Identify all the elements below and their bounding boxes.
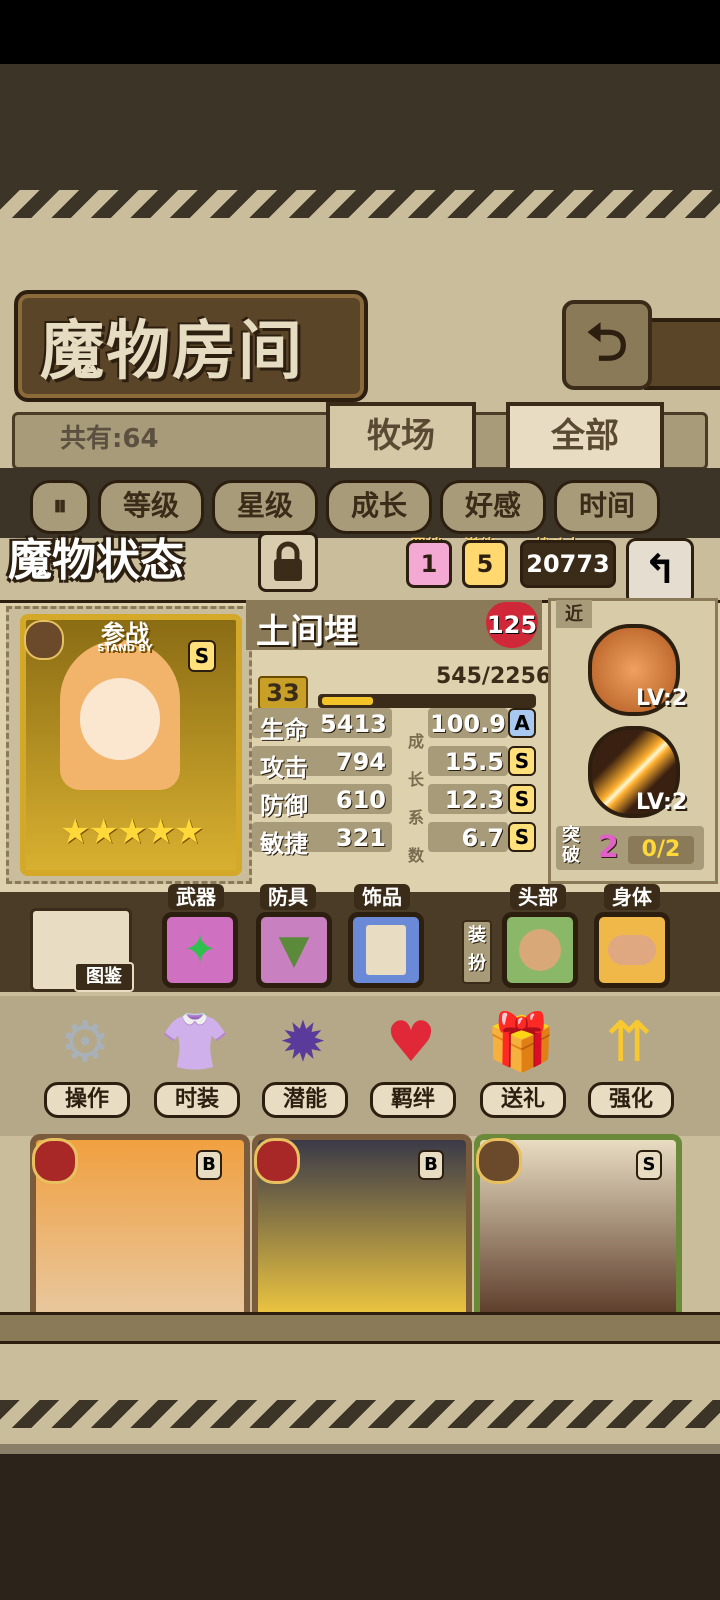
growth-value: 12.3 — [444, 786, 504, 814]
fire-element-icon — [32, 1138, 78, 1184]
card-icon — [366, 925, 406, 975]
exp-text: 545/2256 — [436, 664, 552, 689]
zigzag-edge-top — [0, 190, 720, 218]
outfit-icon: 👚 — [160, 1010, 230, 1075]
stat-value: 794 — [335, 748, 386, 776]
stat-value: 321 — [335, 824, 386, 852]
bear-head-icon — [519, 929, 561, 971]
hearts-icon: ♥ — [385, 1009, 437, 1075]
growth-grade: S — [508, 784, 536, 814]
back-button[interactable]: ⮌ — [562, 300, 652, 390]
growth-grade: S — [508, 746, 536, 776]
exp-bar-fill — [322, 697, 373, 705]
weapon-slot[interactable]: ✦ — [162, 912, 238, 988]
return-arrow-icon: ⮌ — [586, 313, 628, 373]
growth-side-label: 成 — [408, 732, 425, 751]
growth-value: 6.7 — [461, 824, 504, 852]
encyclopedia-label: 图鉴 — [74, 962, 134, 992]
break-progress: 0/2 — [628, 836, 694, 864]
stat-label: 攻击 — [260, 754, 308, 782]
armor-label: 防具 — [260, 884, 316, 910]
break-value: 2 — [598, 830, 619, 865]
star-rating: ★★★★★ — [60, 812, 204, 852]
tab-all[interactable]: 全部 — [506, 402, 664, 474]
stat-value: 5413 — [320, 710, 387, 738]
range-tag: 近 — [556, 600, 592, 628]
stat-value: 610 — [335, 786, 386, 814]
earth-element-icon — [476, 1138, 522, 1184]
padlock-icon — [274, 541, 302, 581]
armor-icon: ▼ — [278, 927, 310, 973]
status-title: 魔物状态 — [8, 535, 184, 586]
growth-grade: A — [508, 708, 536, 738]
sort-toggle-icon: ⏸ — [52, 489, 67, 522]
growth-value: 100.9 — [430, 710, 506, 738]
accessory-slot[interactable] — [348, 912, 424, 988]
growth-side-label: 长 — [408, 770, 425, 789]
bond-value: 1 — [406, 540, 452, 588]
upgrade-label: 强化 — [588, 1082, 674, 1118]
bottom-background — [0, 1454, 720, 1600]
potential-action-label: 潜能 — [262, 1082, 348, 1118]
monster-count: 共有:64 — [60, 424, 159, 454]
monster-name: 土间埋 — [256, 612, 358, 652]
sort-affection-button[interactable]: 好感 — [440, 480, 546, 534]
status-back-button[interactable]: ↰ — [626, 538, 694, 606]
demon-spirit-icon: ✹ — [279, 1009, 327, 1075]
sort-growth-button[interactable]: 成长 — [326, 480, 432, 534]
gear-icon: ⚙ — [59, 1009, 111, 1075]
accessory-label: 饰品 — [354, 884, 410, 910]
bear-body-icon — [608, 935, 656, 965]
skill-1-level: LV:2 — [636, 686, 688, 711]
break-label: 突破 — [562, 825, 580, 866]
weapon-label: 武器 — [168, 884, 224, 910]
skill-2-level: LV:2 — [636, 790, 688, 815]
card-rank: S — [636, 1150, 662, 1180]
page-title: 魔物房间 — [40, 315, 304, 389]
upgrade-arrows-icon: ⇈ — [605, 1009, 653, 1075]
gift-label: 送礼 — [480, 1082, 566, 1118]
sort-time-button[interactable]: 时间 — [554, 480, 660, 534]
back-tab — [644, 318, 720, 390]
zigzag-edge-bottom — [0, 1400, 720, 1428]
tab-ranch[interactable]: 牧场 — [326, 402, 476, 474]
growth-value: 15.5 — [444, 748, 504, 776]
list-bottom-frame — [0, 1312, 720, 1344]
growth-grade: S — [508, 822, 536, 852]
sort-star-button[interactable]: 星级 — [212, 480, 318, 534]
operation-label: 操作 — [44, 1082, 130, 1118]
head-label: 头部 — [510, 884, 566, 910]
stat-label: 防御 — [260, 792, 308, 820]
body-slot[interactable] — [594, 912, 670, 988]
background-header-band — [0, 64, 720, 190]
potential-value: 5 — [462, 540, 508, 588]
staff-icon: ✦ — [183, 927, 217, 973]
stat-label: 生命 — [260, 716, 308, 744]
outfit-label: 时装 — [154, 1082, 240, 1118]
standby-badge: 参战 STAND BY — [97, 620, 153, 654]
status-bar-area — [0, 0, 720, 64]
stat-label: 敏捷 — [260, 830, 308, 858]
power-value: 20773 — [520, 540, 616, 588]
level-badge: 33 — [258, 676, 308, 710]
growth-side-label: 系 — [408, 808, 425, 827]
lock-button[interactable] — [258, 532, 318, 592]
rank-badge: S — [188, 640, 216, 672]
monster-face — [80, 678, 160, 760]
card-rank: B — [418, 1150, 444, 1180]
head-slot[interactable] — [502, 912, 578, 988]
bond-action-label: 羁绊 — [370, 1082, 456, 1118]
dress-label: 装扮 — [462, 920, 492, 984]
earth-element-icon — [24, 620, 64, 660]
fire-element-icon — [254, 1138, 300, 1184]
body-label: 身体 — [604, 884, 660, 910]
card-rank: B — [196, 1150, 222, 1180]
armor-slot[interactable]: ▼ — [256, 912, 332, 988]
gift-icon: 🎁 — [486, 1010, 556, 1075]
growth-side-label: 数 — [408, 846, 425, 865]
return-arrow-icon: ↰ — [643, 547, 677, 593]
